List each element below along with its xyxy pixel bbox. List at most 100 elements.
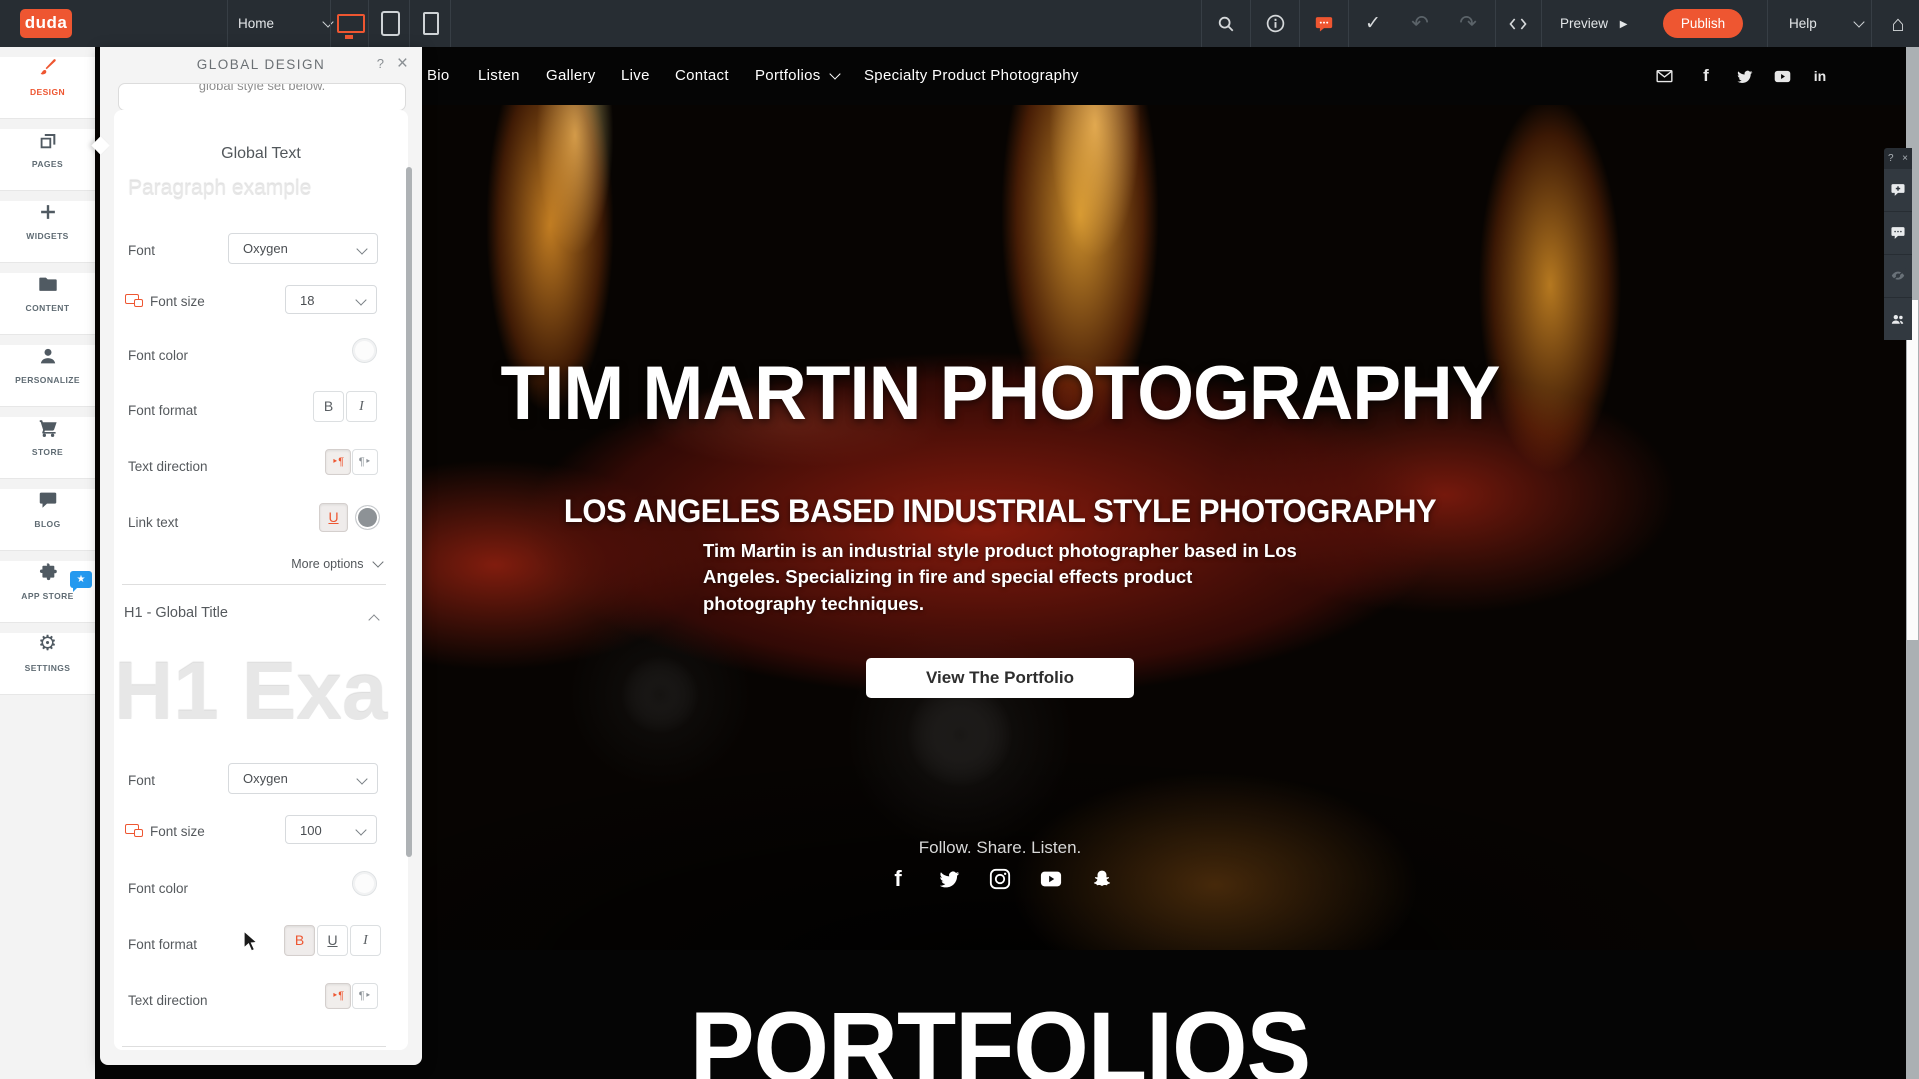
collaboration-toolbar: ? × xyxy=(1884,148,1912,340)
help-icon[interactable]: ? xyxy=(1888,153,1894,164)
preview-button[interactable]: Preview ▶ xyxy=(1560,0,1627,48)
sidebar-item-app-store[interactable]: APP STORE ★ xyxy=(0,561,95,623)
dashboard-home-button[interactable]: ⌂ xyxy=(1878,0,1918,47)
search-button[interactable] xyxy=(1204,0,1248,47)
mobile-view-button[interactable] xyxy=(412,0,450,47)
site-nav-specialty[interactable]: Specialty Product Photography xyxy=(864,47,1079,105)
publish-button[interactable]: Publish xyxy=(1663,9,1743,38)
save-check-button[interactable]: ✓ xyxy=(1351,0,1395,47)
twitter-link[interactable] xyxy=(937,867,961,891)
email-link[interactable] xyxy=(1653,65,1675,87)
font-size-label: Font size xyxy=(150,294,205,309)
direction-ltr-button[interactable]: ‣¶ xyxy=(325,449,351,475)
h1-italic-button[interactable]: I xyxy=(350,925,381,956)
collaborators-button[interactable] xyxy=(1884,297,1912,340)
scrollbar-thumb[interactable] xyxy=(1907,300,1918,640)
h1-underline-button[interactable]: U xyxy=(317,925,348,956)
portfolios-heading[interactable]: PORTFOLIOS xyxy=(449,990,1551,1079)
h1-example-preview: H1 Exa xyxy=(114,639,412,749)
site-nav-live[interactable]: Live xyxy=(621,47,650,105)
font-label: Font xyxy=(128,243,155,258)
chevron-up-icon xyxy=(368,614,379,625)
twitter-icon xyxy=(938,868,960,890)
sidebar-item-design[interactable]: DESIGN xyxy=(0,57,95,119)
sidebar-item-store[interactable]: STORE xyxy=(0,417,95,479)
link-underline-button[interactable]: U xyxy=(319,503,348,532)
direction-rtl-button[interactable]: ¶‣ xyxy=(352,449,378,475)
add-comment-button[interactable] xyxy=(1884,168,1912,211)
comments-button[interactable] xyxy=(1884,211,1912,254)
info-button[interactable] xyxy=(1253,0,1297,47)
duda-logo[interactable]: duda xyxy=(20,9,72,38)
help-menu[interactable]: Help xyxy=(1789,0,1863,47)
site-nav-portfolios[interactable]: Portfolios xyxy=(755,47,839,105)
h1-font-color-swatch[interactable] xyxy=(352,871,377,896)
sidebar-item-personalize[interactable]: PERSONALIZE xyxy=(0,345,95,407)
italic-button[interactable]: I xyxy=(346,391,377,422)
redo-button[interactable]: ↷ xyxy=(1446,0,1490,47)
link-color-swatch[interactable] xyxy=(355,505,380,530)
sidebar-item-settings[interactable]: ⚙ SETTINGS xyxy=(0,633,95,695)
view-portfolio-button[interactable]: View The Portfolio xyxy=(866,658,1134,698)
youtube-link[interactable] xyxy=(1039,867,1063,891)
font-color-swatch[interactable] xyxy=(352,338,377,363)
separator xyxy=(1201,0,1202,47)
dev-mode-button[interactable] xyxy=(1497,0,1539,47)
more-options-link[interactable]: More options xyxy=(291,557,382,571)
twitter-icon xyxy=(1736,68,1753,85)
undo-button[interactable]: ↶ xyxy=(1398,0,1442,47)
page-selector[interactable]: Home xyxy=(238,0,332,47)
text-direction-label: Text direction xyxy=(128,459,208,474)
panel-close-button[interactable]: × xyxy=(397,53,408,75)
site-nav-bio[interactable]: Bio xyxy=(427,47,450,105)
site-nav-listen[interactable]: Listen xyxy=(478,47,520,105)
panel-help-button[interactable]: ? xyxy=(377,56,384,71)
h1-section-heading: H1 - Global Title xyxy=(124,605,228,621)
chevron-down-icon xyxy=(1853,16,1864,27)
site-nav-gallery[interactable]: Gallery xyxy=(546,47,596,105)
youtube-link[interactable] xyxy=(1771,65,1793,87)
linkedin-link[interactable]: in xyxy=(1809,65,1831,87)
chevron-down-icon xyxy=(372,556,383,567)
h1-font-size-select[interactable]: 100 xyxy=(285,815,377,844)
undo-icon: ↶ xyxy=(1411,11,1429,36)
font-size-select[interactable]: 18 xyxy=(285,285,377,314)
instagram-link[interactable] xyxy=(988,867,1012,891)
sidebar-item-content[interactable]: CONTENT xyxy=(0,273,95,335)
panel-title: GLOBAL DESIGN xyxy=(100,57,422,72)
collapse-section-button[interactable] xyxy=(370,609,378,627)
facebook-link[interactable]: f xyxy=(886,867,910,891)
facebook-link[interactable]: f xyxy=(1695,65,1717,87)
sidebar-item-widgets[interactable]: WIDGETS xyxy=(0,201,95,263)
editor-sidebar: DESIGN PAGES WIDGETS CONTENT PERSONALIZE… xyxy=(0,47,95,1079)
font-select[interactable]: Oxygen xyxy=(228,233,378,264)
hide-comments-button[interactable] xyxy=(1884,254,1912,297)
tablet-view-button[interactable] xyxy=(371,0,409,47)
pages-icon xyxy=(37,129,59,151)
desktop-view-button[interactable] xyxy=(333,0,368,47)
site-subtitle[interactable]: LOS ANGELES BASED INDUSTRIAL STYLE PHOTO… xyxy=(437,493,1562,530)
feedback-button[interactable] xyxy=(1302,0,1346,47)
sidebar-item-label: WIDGETS xyxy=(26,231,68,241)
sidebar-item-blog[interactable]: BLOG xyxy=(0,489,95,551)
brush-icon xyxy=(37,57,59,79)
site-nav-contact[interactable]: Contact xyxy=(675,47,729,105)
chevron-down-icon xyxy=(355,294,366,305)
panel-scrollbar[interactable] xyxy=(406,167,412,857)
link-text-label: Link text xyxy=(128,515,178,530)
site-intro-paragraph[interactable]: Tim Martin is an industrial style produc… xyxy=(703,538,1308,617)
h1-font-select[interactable]: Oxygen xyxy=(228,763,378,794)
h1-direction-ltr-button[interactable]: ‣¶ xyxy=(325,983,351,1009)
sidebar-item-pages[interactable]: PAGES xyxy=(0,129,95,191)
snapchat-link[interactable] xyxy=(1090,867,1114,891)
site-title[interactable]: TIM MARTIN PHOTOGRAPHY xyxy=(443,350,1557,437)
separator xyxy=(450,0,451,47)
twitter-link[interactable] xyxy=(1733,65,1755,87)
person-icon xyxy=(37,345,59,367)
h1-bold-button[interactable]: B xyxy=(284,925,315,956)
bold-button[interactable]: B xyxy=(313,391,344,422)
h1-direction-rtl-button[interactable]: ¶‣ xyxy=(352,983,378,1009)
home-icon: ⌂ xyxy=(1891,11,1904,37)
close-icon[interactable]: × xyxy=(1902,153,1908,164)
separator xyxy=(1541,0,1542,47)
